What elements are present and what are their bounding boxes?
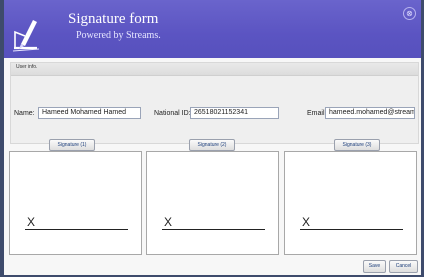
dialog-title: Signature form bbox=[68, 11, 159, 27]
signature-dialog: Signature form Powered by Streams. ⊗ Use… bbox=[4, 0, 421, 275]
signature-3-pad[interactable]: X bbox=[284, 151, 417, 255]
dialog-header: Signature form Powered by Streams. ⊗ bbox=[4, 0, 421, 58]
user-info-panel: User info. Name: Hameed Mohamed Hamed Na… bbox=[10, 62, 419, 144]
national-id-label: National ID: bbox=[154, 110, 191, 117]
signature-1-button[interactable]: Signature (1) bbox=[49, 139, 95, 151]
signature-pen-icon bbox=[12, 20, 40, 52]
signature-2-line bbox=[162, 229, 265, 230]
signature-3-line bbox=[300, 229, 403, 230]
signature-2-x-mark: X bbox=[164, 215, 173, 229]
close-circle-icon[interactable]: ⊗ bbox=[403, 7, 416, 20]
email-field[interactable]: hameed.mohamed@streams.co bbox=[325, 107, 415, 119]
name-label: Name: bbox=[14, 110, 35, 117]
signature-3-x-mark: X bbox=[302, 215, 311, 229]
signature-1-pad[interactable]: X bbox=[9, 151, 142, 255]
signature-1-x-mark: X bbox=[27, 215, 36, 229]
national-id-field[interactable]: 26518021152341 bbox=[190, 107, 279, 119]
user-info-panel-header: User info. bbox=[11, 63, 418, 76]
name-field[interactable]: Hameed Mohamed Hamed bbox=[38, 107, 141, 119]
email-label: Email: bbox=[307, 110, 327, 117]
signature-1-line bbox=[25, 229, 128, 230]
cancel-button[interactable]: Cancel bbox=[389, 260, 418, 273]
signature-3-button[interactable]: Signature (3) bbox=[334, 139, 380, 151]
signature-2-pad[interactable]: X bbox=[146, 151, 279, 255]
signature-2-button[interactable]: Signature (2) bbox=[189, 139, 235, 151]
user-info-panel-title: User info. bbox=[16, 64, 38, 70]
save-button[interactable]: Save bbox=[363, 260, 386, 273]
dialog-subtitle: Powered by Streams. bbox=[76, 30, 161, 41]
